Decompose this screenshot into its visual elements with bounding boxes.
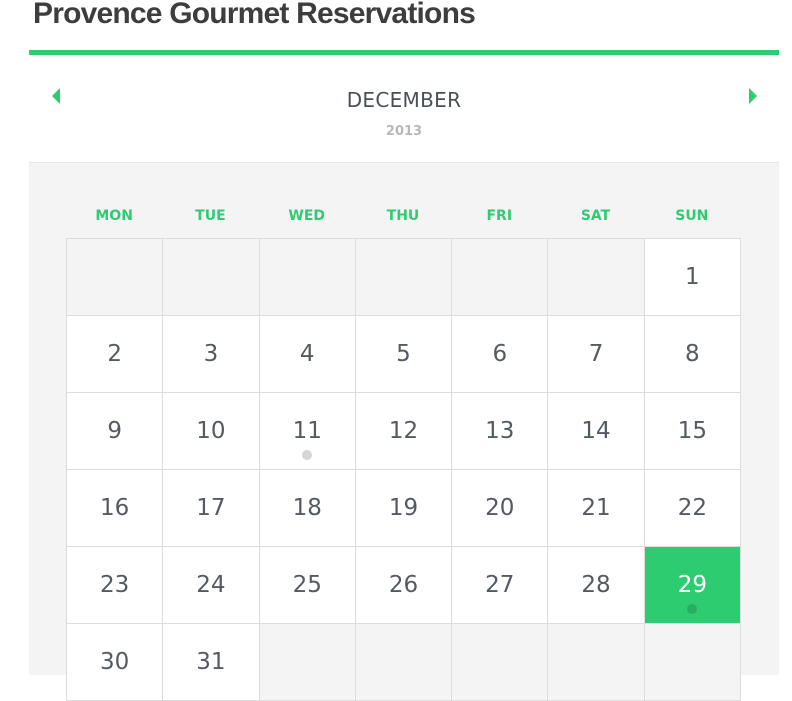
- next-month-button[interactable]: [742, 85, 764, 107]
- day-number: 29: [677, 572, 707, 598]
- calendar-body: MON TUE WED THU FRI SAT SUN 1 2 3 4 5 6 7 8 9 10 1…: [29, 163, 779, 701]
- day-cell-1[interactable]: 1: [644, 239, 741, 316]
- day-cell-15[interactable]: 15: [644, 393, 741, 470]
- day-number: 11: [292, 418, 322, 444]
- day-number: 27: [485, 572, 515, 598]
- day-cell-25[interactable]: 25: [259, 547, 356, 624]
- empty-day-cell: [452, 624, 549, 701]
- day-number: 6: [492, 341, 508, 367]
- day-cell-4[interactable]: 4: [259, 316, 356, 393]
- day-cell-27[interactable]: 27: [452, 547, 549, 624]
- day-number: 7: [588, 341, 604, 367]
- empty-day-cell: [355, 239, 453, 316]
- day-cell-13[interactable]: 13: [452, 393, 549, 470]
- event-dot-icon: [302, 450, 313, 460]
- weekday-mon: MON: [95, 208, 133, 224]
- day-number: 19: [388, 495, 419, 521]
- day-number: 12: [388, 418, 419, 444]
- day-number: 23: [100, 572, 130, 598]
- day-number: 9: [107, 418, 122, 444]
- day-number: 25: [292, 572, 322, 598]
- day-number: 17: [196, 495, 226, 521]
- day-cell-19[interactable]: 19: [355, 470, 453, 547]
- empty-day-cell: [355, 624, 453, 701]
- weekday-thu: THU: [386, 208, 420, 224]
- calendar-header: DECEMBER 2013: [29, 55, 779, 163]
- day-number: 3: [203, 341, 219, 367]
- day-cell-3[interactable]: 3: [163, 316, 260, 393]
- day-number: 13: [485, 418, 515, 444]
- day-number: 1: [685, 264, 700, 290]
- day-cell-16[interactable]: 16: [67, 470, 164, 547]
- day-cell-5[interactable]: 5: [355, 316, 453, 393]
- day-number: 15: [677, 418, 707, 444]
- day-number: 24: [196, 572, 226, 598]
- empty-day-cell: [67, 239, 164, 316]
- year-label: 2013: [385, 124, 423, 139]
- day-cell-20[interactable]: 20: [452, 470, 549, 547]
- event-dot-icon: [687, 604, 698, 614]
- month-label: DECEMBER: [346, 88, 462, 112]
- day-cell-7[interactable]: 7: [548, 316, 645, 393]
- day-cell-26[interactable]: 26: [355, 547, 453, 624]
- day-number: 4: [299, 341, 315, 367]
- day-number: 22: [677, 495, 707, 521]
- weekday-tue: TUE: [195, 208, 226, 224]
- day-number: 10: [196, 418, 226, 444]
- day-cell-12[interactable]: 12: [355, 393, 453, 470]
- day-cell-8[interactable]: 8: [644, 316, 741, 393]
- day-cell-29[interactable]: 29: [644, 547, 741, 624]
- day-number: 31: [196, 649, 226, 675]
- weekday-fri: FRI: [486, 208, 513, 224]
- weekday-header-row: MON TUE WED THU FRI SAT SUN: [66, 208, 740, 230]
- empty-day-cell: [259, 239, 356, 316]
- empty-day-cell: [452, 239, 549, 316]
- empty-day-cell: [644, 624, 741, 701]
- weekday-wed: WED: [288, 208, 326, 224]
- day-cell-14[interactable]: 14: [548, 393, 645, 470]
- day-number: 20: [485, 495, 515, 521]
- calendar-grid: 1 2 3 4 5 6 7 8 9 10 11 12 13 14 15 16 17 18 19 20 21 22 23 24 2…: [66, 238, 741, 701]
- day-cell-23[interactable]: 23: [67, 547, 164, 624]
- day-number: 16: [100, 495, 130, 521]
- day-number: 2: [107, 341, 122, 367]
- day-number: 18: [292, 495, 322, 521]
- day-cell-28[interactable]: 28: [548, 547, 645, 624]
- day-cell-31[interactable]: 31: [163, 624, 260, 701]
- caret-right-icon: [742, 85, 764, 107]
- day-cell-18[interactable]: 18: [259, 470, 356, 547]
- day-number: 30: [100, 649, 130, 675]
- weekday-sun: SUN: [675, 208, 709, 224]
- day-cell-2[interactable]: 2: [67, 316, 164, 393]
- empty-day-cell: [259, 624, 356, 701]
- day-number: 26: [388, 572, 419, 598]
- day-number: 8: [685, 341, 700, 367]
- day-number: 21: [581, 495, 611, 521]
- empty-day-cell: [548, 239, 645, 316]
- empty-day-cell: [163, 239, 260, 316]
- weekday-sat: SAT: [580, 208, 611, 224]
- page-title: Provence Gourmet Reservations: [33, 0, 476, 30]
- day-cell-21[interactable]: 21: [548, 470, 645, 547]
- day-cell-17[interactable]: 17: [163, 470, 260, 547]
- day-cell-30[interactable]: 30: [67, 624, 164, 701]
- day-cell-24[interactable]: 24: [163, 547, 260, 624]
- day-number: 14: [581, 418, 611, 444]
- day-cell-9[interactable]: 9: [67, 393, 164, 470]
- day-cell-6[interactable]: 6: [452, 316, 549, 393]
- day-cell-22[interactable]: 22: [644, 470, 741, 547]
- day-cell-11[interactable]: 11: [259, 393, 356, 470]
- empty-day-cell: [548, 624, 645, 701]
- day-number: 5: [396, 341, 411, 367]
- day-cell-10[interactable]: 10: [163, 393, 260, 470]
- day-number: 28: [581, 572, 611, 598]
